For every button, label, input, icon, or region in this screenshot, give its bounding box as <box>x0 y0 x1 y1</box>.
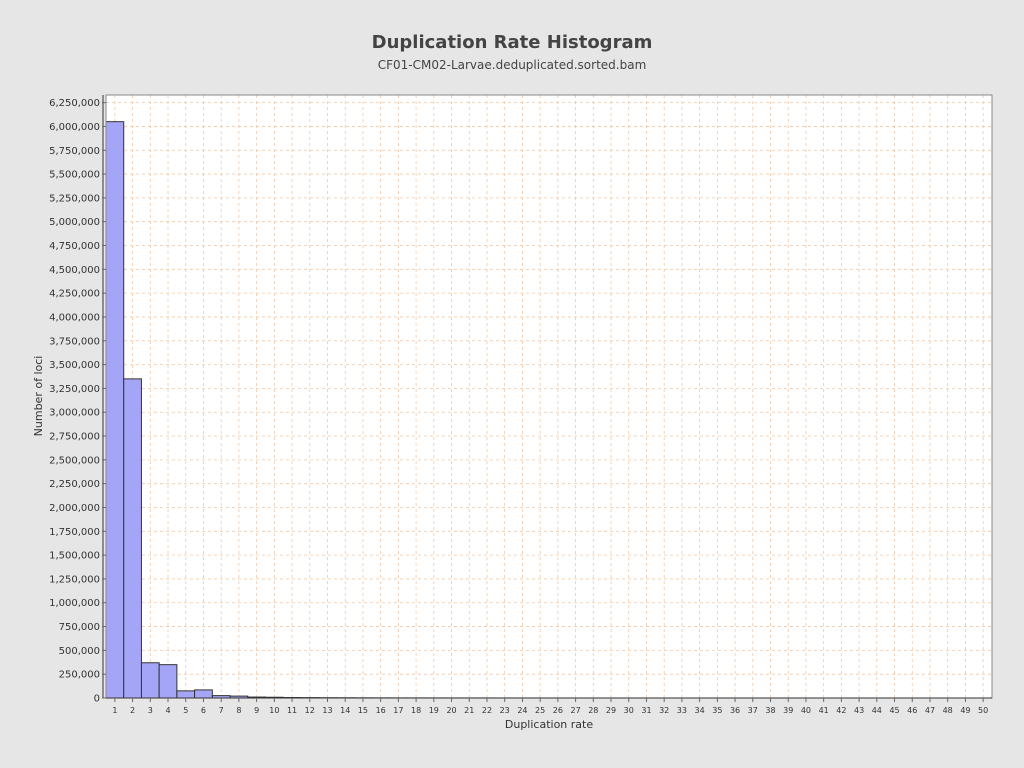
histogram-bar <box>105 121 125 699</box>
x-tick-label: 43 <box>854 706 864 715</box>
x-tick-label: 37 <box>748 706 758 715</box>
histogram-bar <box>176 690 196 699</box>
x-tick-label: 2 <box>130 706 135 715</box>
x-tick-label: 21 <box>464 706 474 715</box>
y-tick-label: 250,000 <box>59 670 100 681</box>
x-axis-label: Duplication rate <box>505 718 593 731</box>
y-tick-label: 6,250,000 <box>49 98 100 109</box>
x-tick-label: 49 <box>960 706 970 715</box>
histogram-bar <box>194 689 213 699</box>
x-tick-label: 24 <box>517 706 527 715</box>
x-tick-label: 18 <box>411 706 421 715</box>
x-tick-label: 6 <box>201 706 206 715</box>
chart-container: Duplication Rate Histogram CF01-CM02-Lar… <box>0 0 1024 768</box>
x-tick-label: 47 <box>925 706 935 715</box>
histogram-bar <box>123 378 142 699</box>
x-tick-label: 15 <box>358 706 368 715</box>
histogram-bar <box>158 664 178 699</box>
y-tick-label: 3,750,000 <box>49 336 100 347</box>
x-tick-label: 3 <box>148 706 153 715</box>
y-tick-label: 1,000,000 <box>49 598 100 609</box>
x-tick-label: 28 <box>588 706 598 715</box>
x-tick-label: 22 <box>482 706 492 715</box>
x-tick-label: 9 <box>254 706 259 715</box>
y-tick-label: 0 <box>94 694 100 705</box>
x-tick-label: 33 <box>677 706 687 715</box>
y-tick-label: 1,250,000 <box>49 574 100 585</box>
x-tick-label: 48 <box>943 706 953 715</box>
x-tick-label: 17 <box>393 706 403 715</box>
x-tick-label: 13 <box>322 706 332 715</box>
x-tick-label: 20 <box>446 706 456 715</box>
y-axis-ticks: 0 250,000 500,000 750,000 1,000,000 1,250,000… <box>49 98 106 705</box>
x-tick-label: 46 <box>907 706 917 715</box>
x-tick-label: 23 <box>500 706 510 715</box>
chart-subtitle: CF01-CM02-Larvae.deduplicated.sorted.bam <box>378 58 647 72</box>
x-tick-label: 50 <box>978 706 988 715</box>
y-tick-label: 750,000 <box>59 622 100 633</box>
y-tick-label: 5,500,000 <box>49 170 100 181</box>
y-tick-label: 5,250,000 <box>49 193 100 204</box>
x-tick-label: 10 <box>269 706 279 715</box>
y-tick-label: 2,000,000 <box>49 503 100 514</box>
chart-title: Duplication Rate Histogram <box>372 32 653 53</box>
x-tick-label: 7 <box>219 706 224 715</box>
y-tick-label: 5,000,000 <box>49 217 100 228</box>
x-axis-ticks: 1 2 3 4 5 6 7 8 9 10 11 12 13 14 15 16 17 18 19 20 21 22 23 24 2… <box>112 698 988 715</box>
y-tick-label: 1,750,000 <box>49 527 100 538</box>
x-tick-label: 44 <box>872 706 882 715</box>
y-tick-label: 500,000 <box>59 646 100 657</box>
x-tick-label: 29 <box>606 706 616 715</box>
x-tick-label: 31 <box>641 706 651 715</box>
x-tick-label: 26 <box>553 706 563 715</box>
y-tick-label: 3,000,000 <box>49 408 100 419</box>
y-axis-label: Number of loci <box>32 356 45 437</box>
x-tick-label: 36 <box>730 706 740 715</box>
y-tick-label: 2,250,000 <box>49 479 100 490</box>
y-tick-label: 6,000,000 <box>49 122 100 133</box>
x-tick-label: 45 <box>889 706 899 715</box>
y-tick-label: 2,750,000 <box>49 432 100 443</box>
x-tick-label: 12 <box>305 706 315 715</box>
x-tick-label: 25 <box>535 706 545 715</box>
histogram-chart: Duplication Rate Histogram CF01-CM02-Lar… <box>32 32 993 731</box>
y-tick-label: 1,500,000 <box>49 551 100 562</box>
x-tick-label: 5 <box>183 706 188 715</box>
x-tick-label: 42 <box>836 706 846 715</box>
x-tick-label: 27 <box>570 706 580 715</box>
y-tick-label: 4,750,000 <box>49 241 100 252</box>
x-tick-label: 30 <box>624 706 634 715</box>
x-tick-label: 14 <box>340 706 350 715</box>
x-tick-label: 34 <box>695 706 705 715</box>
y-tick-label: 4,000,000 <box>49 312 100 323</box>
y-tick-label: 2,500,000 <box>49 455 100 466</box>
y-tick-label: 5,750,000 <box>49 146 100 157</box>
x-tick-label: 1 <box>112 706 117 715</box>
x-tick-label: 40 <box>801 706 811 715</box>
x-tick-label: 35 <box>712 706 722 715</box>
y-tick-label: 3,250,000 <box>49 384 100 395</box>
x-tick-label: 16 <box>376 706 386 715</box>
x-tick-label: 39 <box>783 706 793 715</box>
x-tick-label: 8 <box>236 706 241 715</box>
x-tick-label: 41 <box>819 706 829 715</box>
x-tick-label: 4 <box>165 706 170 715</box>
x-tick-label: 32 <box>659 706 669 715</box>
y-tick-label: 3,500,000 <box>49 360 100 371</box>
y-tick-label: 4,500,000 <box>49 265 100 276</box>
x-tick-label: 38 <box>765 706 775 715</box>
y-tick-label: 4,250,000 <box>49 289 100 300</box>
x-tick-label: 19 <box>429 706 439 715</box>
histogram-bar <box>140 662 160 699</box>
x-tick-label: 11 <box>287 706 297 715</box>
